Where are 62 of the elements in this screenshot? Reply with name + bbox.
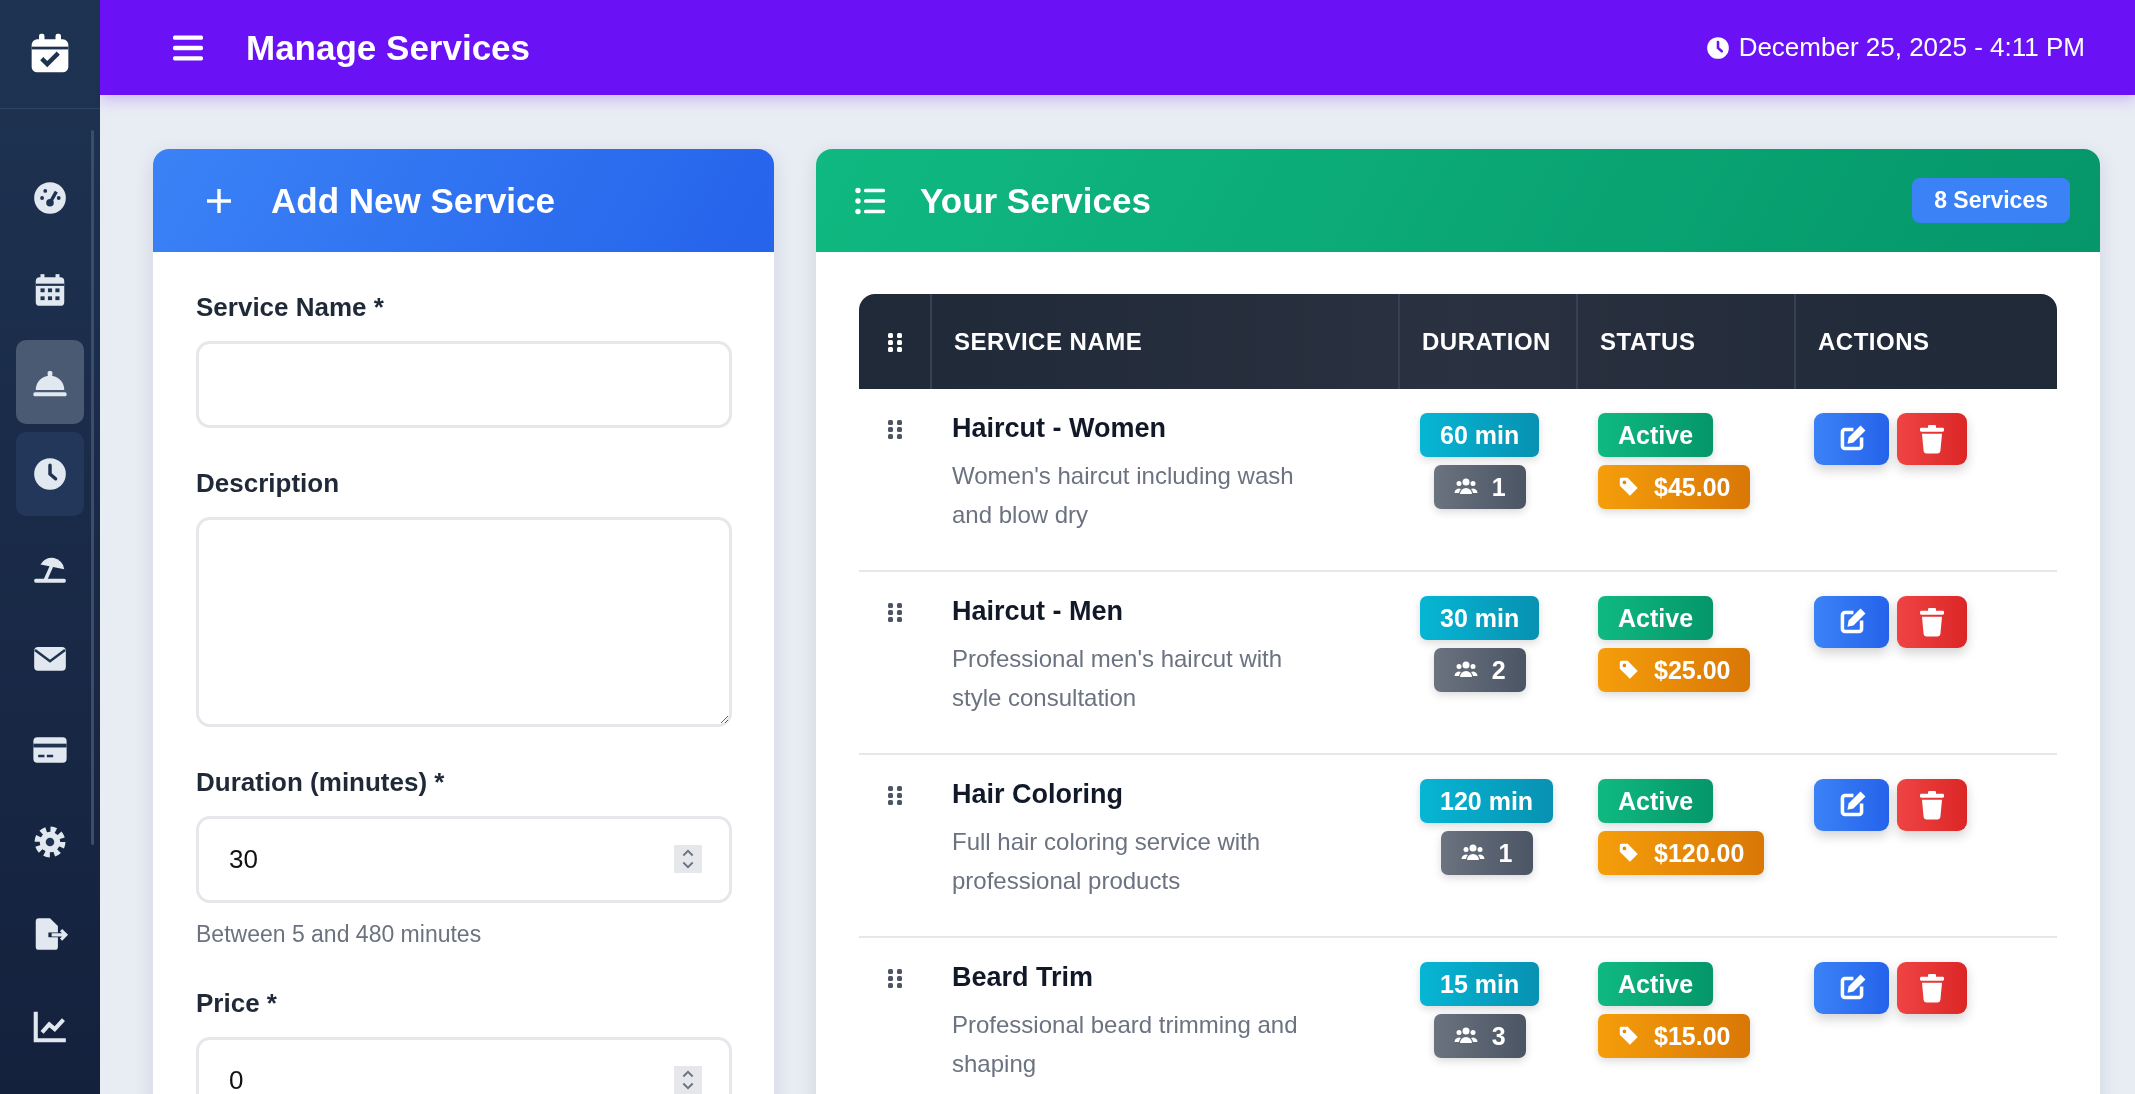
spinner-icon bbox=[674, 1066, 702, 1094]
edit-button[interactable] bbox=[1814, 596, 1889, 648]
delete-button[interactable] bbox=[1897, 779, 1967, 831]
price-badge: $25.00 bbox=[1598, 648, 1751, 692]
service-name: Beard Trim bbox=[952, 962, 1095, 993]
tag-icon bbox=[1618, 1025, 1640, 1047]
duration-badge: 120 min bbox=[1420, 779, 1554, 823]
field-label: Price * bbox=[196, 988, 278, 1019]
column-header: ACTIONS bbox=[1794, 294, 2057, 389]
delete-button[interactable] bbox=[1897, 962, 1967, 1014]
status-badge: Active bbox=[1598, 413, 1714, 457]
staff-count-badge: 2 bbox=[1433, 648, 1526, 692]
card-title: Add New Service bbox=[271, 180, 555, 221]
price-badge: $45.00 bbox=[1598, 465, 1751, 509]
column-header: STATUS bbox=[1576, 294, 1794, 389]
number-field[interactable]: 30 bbox=[196, 816, 732, 903]
service-description: Professional beard trimming and shaping bbox=[952, 1010, 1299, 1079]
delete-button[interactable] bbox=[1897, 596, 1967, 648]
field-hint: Between 5 and 480 minutes bbox=[196, 921, 483, 948]
current-datetime: December 25, 2025 - 4:11 PM bbox=[1738, 32, 2085, 63]
clock-icon bbox=[1704, 34, 1731, 61]
price-badge: $15.00 bbox=[1598, 1014, 1751, 1058]
field-label: Description bbox=[196, 468, 341, 499]
number-field[interactable]: 0 bbox=[196, 1037, 732, 1094]
status-badge: Active bbox=[1598, 596, 1714, 640]
field-label: Service Name * bbox=[196, 292, 385, 323]
staff-count-badge: 1 bbox=[1440, 831, 1533, 875]
service-name: Hair Coloring bbox=[952, 779, 1124, 810]
clock-icon bbox=[31, 455, 69, 493]
column-header: DURATION bbox=[1398, 294, 1576, 389]
edit-button[interactable] bbox=[1814, 413, 1889, 465]
column-header: SERVICE NAME bbox=[930, 294, 1398, 389]
spinner-icon bbox=[674, 845, 702, 873]
edit-button[interactable] bbox=[1814, 779, 1889, 831]
service-name: Haircut - Women bbox=[952, 413, 1168, 444]
service-description: Professional men's haircut with style consultation bbox=[952, 644, 1284, 713]
tag-icon bbox=[1618, 659, 1640, 681]
edit-button[interactable] bbox=[1814, 962, 1889, 1014]
card-title: Your Services bbox=[920, 180, 1152, 221]
description-field[interactable] bbox=[196, 517, 732, 727]
staff-count-badge: 3 bbox=[1433, 1014, 1526, 1058]
service-name: Haircut - Men bbox=[952, 596, 1125, 627]
gauge-icon bbox=[31, 179, 69, 217]
sidebar-item[interactable] bbox=[16, 432, 84, 516]
delete-button[interactable] bbox=[1897, 413, 1967, 465]
service-description: Full hair coloring service with professional products bbox=[952, 827, 1262, 896]
status-badge: Active bbox=[1598, 962, 1714, 1006]
sidebar-item[interactable] bbox=[16, 340, 84, 424]
service-description: Women's haircut including wash and blow dry bbox=[952, 461, 1295, 530]
tag-icon bbox=[1618, 842, 1640, 864]
staff-count-badge: 1 bbox=[1433, 465, 1526, 509]
field-label: Duration (minutes) * bbox=[196, 767, 446, 798]
status-badge: Active bbox=[1598, 779, 1714, 823]
service-count-badge: 8 Services bbox=[1912, 178, 2070, 223]
price-badge: $120.00 bbox=[1598, 831, 1765, 875]
service-name-field[interactable] bbox=[196, 341, 732, 428]
page-title: Manage Services bbox=[246, 27, 532, 68]
duration-badge: 15 min bbox=[1420, 962, 1540, 1006]
tag-icon bbox=[1618, 476, 1640, 498]
scrollbar[interactable] bbox=[91, 130, 94, 845]
duration-badge: 60 min bbox=[1420, 413, 1540, 457]
duration-badge: 30 min bbox=[1420, 596, 1540, 640]
